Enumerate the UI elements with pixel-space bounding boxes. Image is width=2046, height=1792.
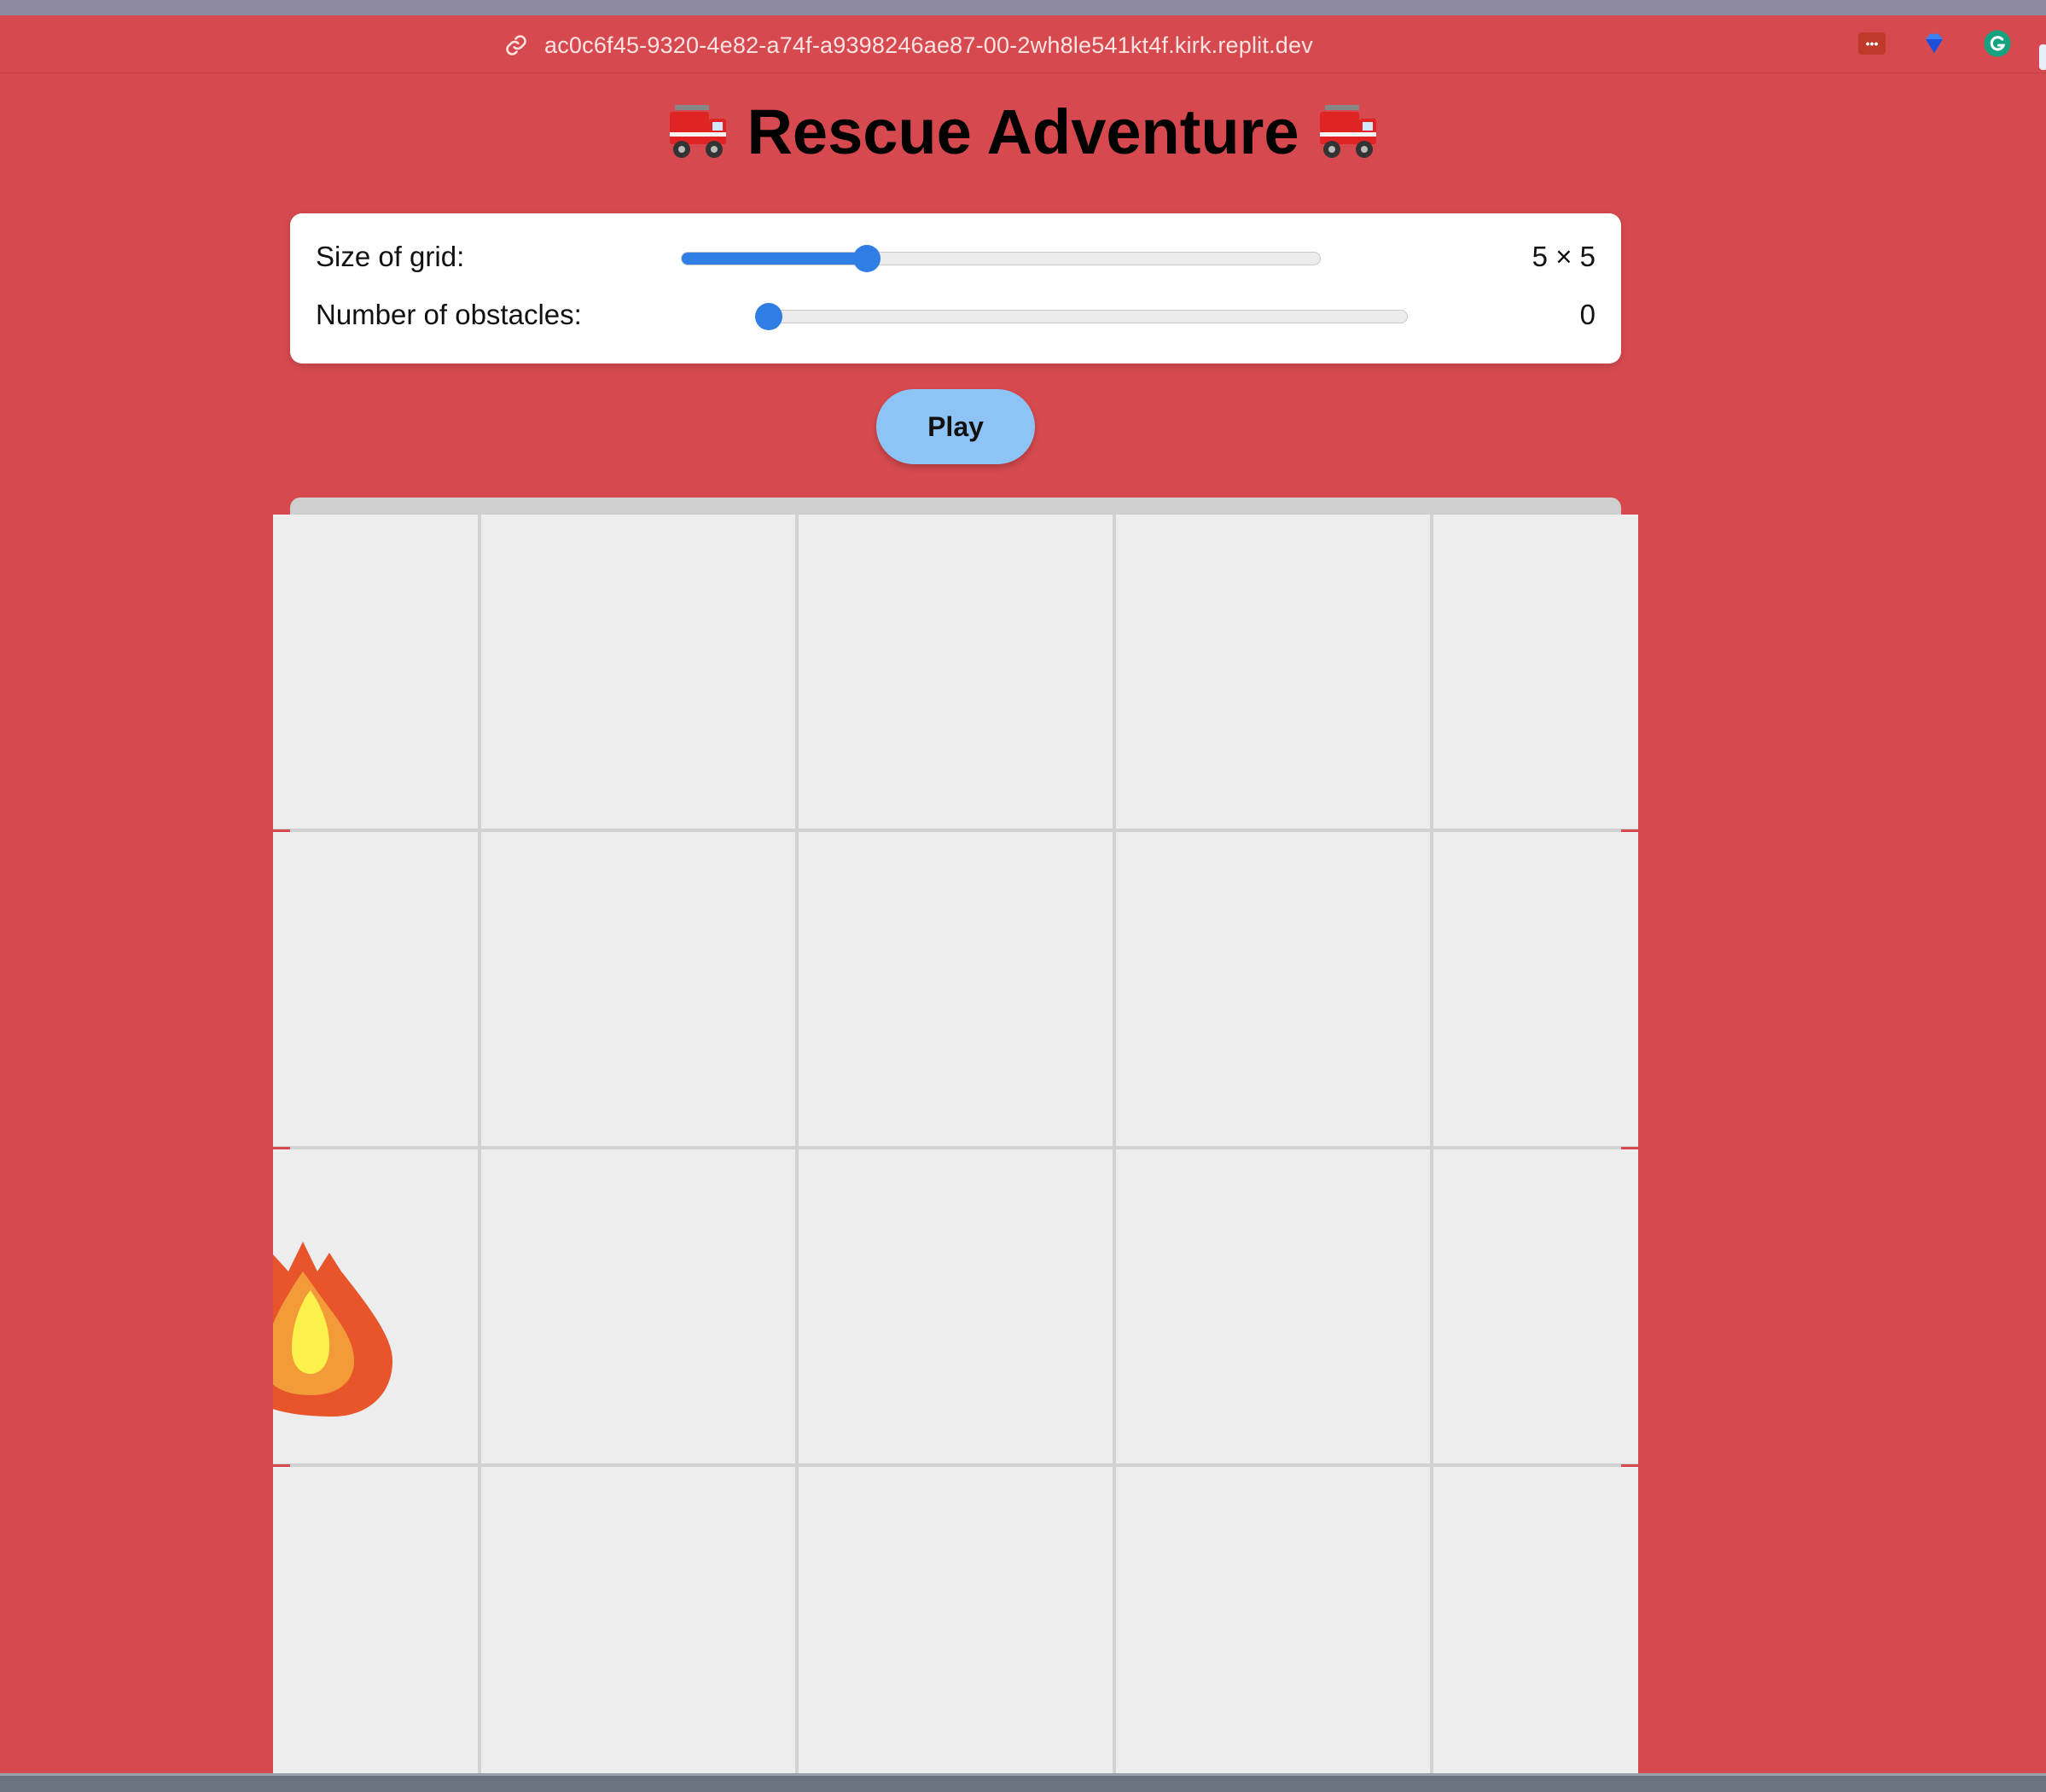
grid-line <box>273 1463 1638 1467</box>
grid-edge-mark <box>273 1147 290 1149</box>
game-board <box>273 515 1638 1773</box>
obstacles-slider-thumb[interactable] <box>755 303 782 330</box>
obstacles-label: Number of obstacles: <box>316 299 582 330</box>
grid-line <box>273 1146 1638 1149</box>
link-icon <box>503 32 529 58</box>
window-bottom-strip <box>0 1773 2046 1792</box>
grid-edge-mark <box>1621 1147 1638 1149</box>
grid-size-value: 5 × 5 <box>1532 241 1596 272</box>
window-top-strip <box>0 0 2046 15</box>
obstacles-slider[interactable] <box>755 303 1408 330</box>
obstacles-value: 0 <box>1579 299 1596 330</box>
address-bar: ac0c6f45-9320-4e82-a74f-a9398246ae87-00-… <box>0 15 2046 73</box>
fire-icon[interactable] <box>273 1237 392 1417</box>
fire-engine-icon <box>666 103 729 161</box>
grid-edge-mark <box>273 829 290 832</box>
extension-icons: ••• <box>1858 29 2012 58</box>
url-text[interactable]: ac0c6f45-9320-4e82-a74f-a9398246ae87-00-… <box>544 32 1313 59</box>
grid-edge-mark <box>273 1464 290 1467</box>
grid-size-slider[interactable] <box>681 245 1321 272</box>
settings-panel: Size of grid: 5 × 5 Number of obstacles:… <box>290 213 1621 364</box>
page-title: Rescue Adventure <box>0 96 2046 168</box>
grid-line <box>795 515 799 1773</box>
grid-line <box>478 515 481 1773</box>
grammarly-icon[interactable] <box>1983 29 2012 58</box>
extension-edge-icon <box>2039 44 2046 70</box>
grid-line <box>1430 515 1433 1773</box>
diamond-icon[interactable] <box>1920 29 1949 58</box>
grid-size-label: Size of grid: <box>316 241 465 272</box>
fire-engine-icon <box>1317 103 1380 161</box>
grid-line <box>1113 515 1116 1773</box>
grid-line <box>273 829 1638 832</box>
grid-size-slider-thumb[interactable] <box>852 245 881 272</box>
app-title: Rescue Adventure <box>747 96 1299 167</box>
play-button[interactable]: Play <box>876 389 1035 464</box>
more-dots-icon[interactable]: ••• <box>1858 32 1886 55</box>
grid-size-slider-fill <box>682 253 867 265</box>
grid-edge-mark <box>1621 829 1638 832</box>
url-container[interactable]: ac0c6f45-9320-4e82-a74f-a9398246ae87-00-… <box>503 31 1313 60</box>
grid-edge-mark <box>1621 1464 1638 1467</box>
